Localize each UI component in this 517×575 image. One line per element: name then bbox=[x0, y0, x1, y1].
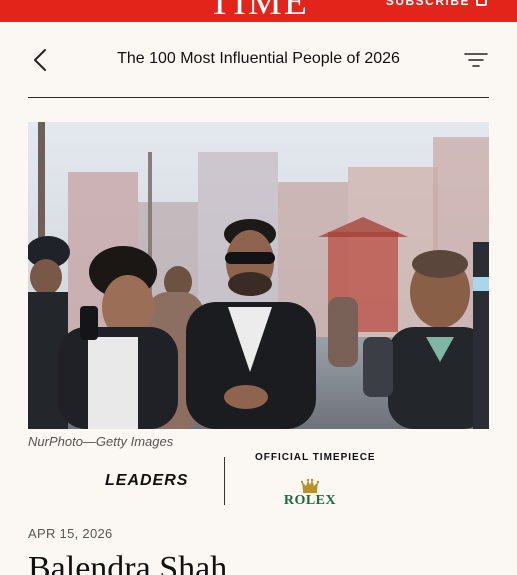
photo-scene bbox=[28, 122, 489, 429]
rolex-logo: ROLEX bbox=[283, 493, 337, 508]
subscribe-label: SUBSCRIBE bbox=[385, 0, 470, 8]
subscribe-button[interactable]: SUBSCRIBE bbox=[386, 0, 487, 8]
article-headline: Balendra Shah bbox=[28, 550, 228, 575]
header-divider bbox=[28, 97, 489, 98]
navigation-bar: The 100 Most Influential People of 2026 bbox=[28, 38, 489, 82]
chevron-left-icon bbox=[34, 49, 46, 71]
photo-credit: NurPhoto—Getty Images bbox=[28, 434, 174, 449]
publish-date: APR 15, 2026 bbox=[28, 526, 113, 541]
sponsor-label: OFFICIAL TIMEPIECE bbox=[255, 452, 376, 463]
subscribe-icon bbox=[476, 0, 487, 6]
top-bar: TIME SUBSCRIBE bbox=[0, 0, 517, 22]
sponsor-divider bbox=[224, 457, 225, 505]
crown-icon bbox=[301, 478, 319, 493]
category-link[interactable]: LEADERS bbox=[105, 472, 188, 490]
back-button[interactable] bbox=[28, 46, 56, 74]
filter-menu-button[interactable] bbox=[463, 48, 489, 72]
article-photo bbox=[28, 122, 489, 429]
page-title: The 100 Most Influential People of 2026 bbox=[117, 50, 400, 67]
rolex-sponsor-link[interactable]: ROLEX bbox=[270, 478, 350, 509]
filter-menu-icon bbox=[464, 53, 488, 67]
